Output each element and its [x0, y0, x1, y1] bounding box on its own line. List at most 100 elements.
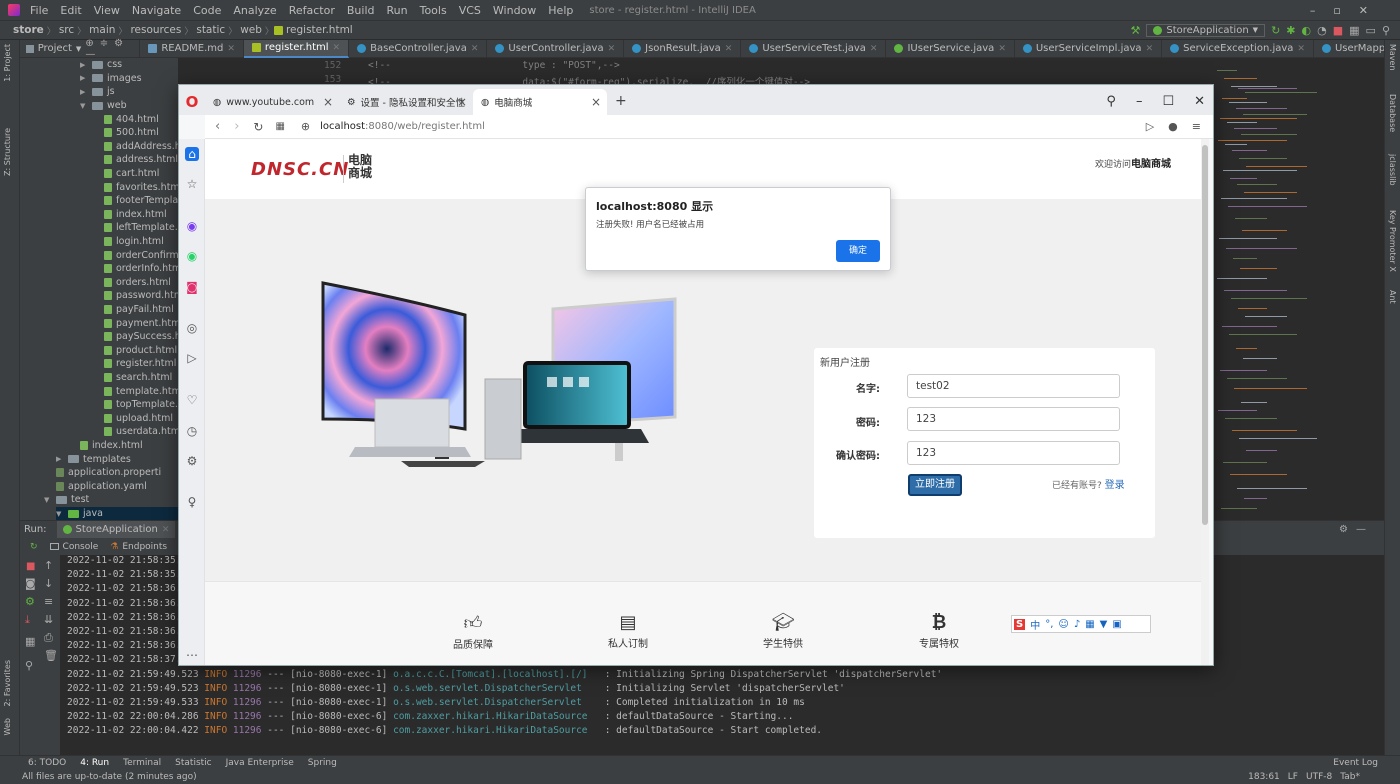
close-icon[interactable]: ✕ — [162, 525, 170, 535]
run-panel-tools[interactable]: ⚙— — [1339, 524, 1374, 535]
punctuation-icon[interactable]: °, — [1045, 619, 1053, 630]
tree-item[interactable]: index.html — [104, 208, 167, 222]
tool-database[interactable]: Database — [1388, 94, 1397, 132]
player-icon[interactable]: ◎ — [185, 321, 199, 335]
tool-statistic[interactable]: Statistic — [175, 758, 211, 768]
tool-key-promoter[interactable]: Key Promoter X — [1388, 210, 1397, 272]
run-config-tab[interactable]: StoreApplication ✕ — [56, 520, 176, 539]
tree-item[interactable]: 500.html — [104, 126, 159, 140]
search-icon[interactable]: ⚲ — [1382, 24, 1390, 37]
close-icon[interactable]: ✕ — [870, 44, 878, 54]
arrow-up-icon[interactable]: ↑ — [44, 559, 53, 572]
tool-spring[interactable]: Spring — [308, 758, 337, 768]
tree-item[interactable]: ▶ images — [80, 72, 142, 86]
camera-icon[interactable]: ◙ — [25, 577, 36, 590]
alert-ok-button[interactable]: 确定 — [836, 240, 880, 262]
menu-edit[interactable]: Edit — [54, 4, 87, 17]
ime-mode[interactable]: 中 — [1030, 617, 1040, 632]
trash-icon[interactable]: 🗑 — [44, 649, 58, 662]
status-position[interactable]: 183:61 — [1248, 772, 1280, 782]
search-tabs-icon[interactable]: ⚲ — [1106, 94, 1116, 109]
tab-usercontroller[interactable]: UserController.java ✕ — [487, 39, 625, 58]
instagram-icon[interactable]: ◙ — [185, 280, 199, 294]
crumb-store[interactable]: store — [10, 24, 47, 36]
close-icon[interactable]: ✕ — [227, 44, 235, 54]
tree-item[interactable]: orders.html — [104, 276, 171, 290]
site-logo[interactable]: DNSC.CN — [251, 159, 349, 180]
window-controls[interactable]: –▫✕ — [1310, 4, 1386, 17]
close-icon[interactable]: × — [457, 95, 467, 109]
tree-item[interactable]: orderConfirm. — [104, 248, 178, 262]
collapsed-arrow-icon[interactable]: ▶ — [80, 88, 88, 96]
tool-jclasslib[interactable]: jclasslib — [1388, 154, 1397, 186]
close-icon[interactable]: ✕ — [1146, 44, 1154, 54]
shirt-icon[interactable]: ▼ — [1100, 619, 1108, 630]
minimize-icon[interactable]: – — [1136, 94, 1143, 109]
rerun-icon[interactable]: ↻ — [1271, 24, 1280, 37]
tree-item[interactable]: product.html — [104, 344, 177, 358]
tab-register-html[interactable]: register.html ✕ — [243, 39, 350, 58]
tab-userserviceimpl[interactable]: UserServiceImpl.java ✕ — [1015, 39, 1163, 58]
bookmark-icon[interactable]: ☆ — [185, 177, 199, 191]
tree-item[interactable]: application.properti — [56, 466, 161, 480]
exit-icon[interactable]: ⤓ — [25, 613, 30, 627]
tab-iuserservice[interactable]: IUserService.java ✕ — [886, 39, 1015, 58]
emoji-icon[interactable]: ☺ — [1058, 619, 1068, 630]
tree-item[interactable]: addAddress.ht — [104, 140, 178, 154]
tool-favorites[interactable]: 2: Favorites — [3, 660, 12, 706]
status-line-sep[interactable]: LF — [1288, 772, 1298, 782]
tool-web[interactable]: Web — [3, 718, 12, 735]
build-hammer-icon[interactable]: ⚒ — [1130, 24, 1140, 37]
menu-file[interactable]: File — [24, 4, 54, 17]
pin-icon[interactable]: ⚲ — [25, 659, 33, 672]
feature-quality[interactable]: 👍︎ 品质保障 — [423, 612, 523, 651]
restore-layout-icon[interactable]: ⚙ — [25, 595, 35, 608]
close-icon[interactable]: ✕ — [471, 44, 479, 54]
send-icon[interactable]: ▷ — [1146, 120, 1154, 133]
tree-item[interactable]: login.html — [104, 235, 164, 249]
log-class[interactable]: o.a.c.c.C.[Tomcat].[localhost].[/] — [393, 669, 605, 680]
tips-icon[interactable]: ♀ — [185, 495, 199, 509]
settings-icon[interactable]: ⚙ — [185, 454, 199, 468]
tool-todo[interactable]: 6: TODO — [28, 758, 66, 768]
send-icon[interactable]: ▷ — [185, 351, 199, 365]
log-class[interactable]: o.s.web.servlet.DispatcherServlet — [393, 683, 605, 694]
register-submit-button[interactable]: 立即注册 — [908, 474, 962, 496]
debug-icon[interactable]: ✱ — [1286, 24, 1295, 37]
arrow-down-icon[interactable]: ↓ — [44, 577, 53, 590]
tree-item[interactable]: 404.html — [104, 112, 159, 126]
heart-icon[interactable]: ♡ — [185, 393, 199, 407]
forward-icon[interactable]: › — [234, 119, 239, 134]
feature-privilege[interactable]: ₿ 专属特权 — [889, 612, 989, 650]
tool-run[interactable]: 4: Run — [80, 758, 109, 768]
collapsed-arrow-icon[interactable]: ▶ — [80, 74, 88, 82]
close-icon[interactable]: ✕ — [333, 43, 341, 53]
rerun-icon[interactable]: ↻ — [30, 542, 38, 552]
keyboard-icon[interactable]: ▦ — [1085, 619, 1094, 630]
expanded-arrow-icon[interactable]: ▼ — [44, 496, 52, 504]
tool-maven[interactable]: Maven — [1388, 44, 1397, 71]
browser-window-controls[interactable]: ⚲ – ☐ ✕ — [1106, 94, 1205, 109]
password-input[interactable]: 123 — [907, 407, 1120, 431]
tree-item[interactable]: userdata.html — [104, 425, 178, 439]
run-config-select[interactable]: StoreApplication ▼ — [1146, 23, 1266, 37]
close-icon[interactable]: × — [591, 95, 601, 109]
expanded-arrow-icon[interactable]: ▼ — [80, 102, 88, 110]
tree-item[interactable]: ▼ web — [80, 99, 127, 113]
tab-basecontroller[interactable]: BaseController.java ✕ — [349, 39, 488, 58]
browser-tab-youtube[interactable]: ◍ www.youtube.com × — [205, 89, 339, 115]
easy-setup-icon[interactable]: ≡ — [1192, 120, 1201, 133]
tree-item[interactable]: ▼ test — [44, 493, 89, 507]
close-icon[interactable]: ✕ — [608, 44, 616, 54]
maximize-icon[interactable]: ☐ — [1162, 94, 1174, 109]
log-class[interactable]: com.zaxxer.hikari.HikariDataSource — [393, 711, 605, 722]
close-icon[interactable]: ✕ — [998, 44, 1006, 54]
mic-icon[interactable]: ♪ — [1074, 619, 1080, 630]
project-label[interactable]: Project — [38, 43, 72, 54]
crumb-web[interactable]: web — [237, 24, 265, 36]
opera-logo-icon[interactable]: O — [179, 89, 205, 115]
speed-dial-icon[interactable]: ▦ — [275, 121, 284, 132]
project-structure-icon[interactable]: ▦ — [1349, 24, 1359, 37]
menu-analyze[interactable]: Analyze — [227, 4, 282, 17]
tool-project[interactable]: 1: Project — [3, 44, 12, 82]
